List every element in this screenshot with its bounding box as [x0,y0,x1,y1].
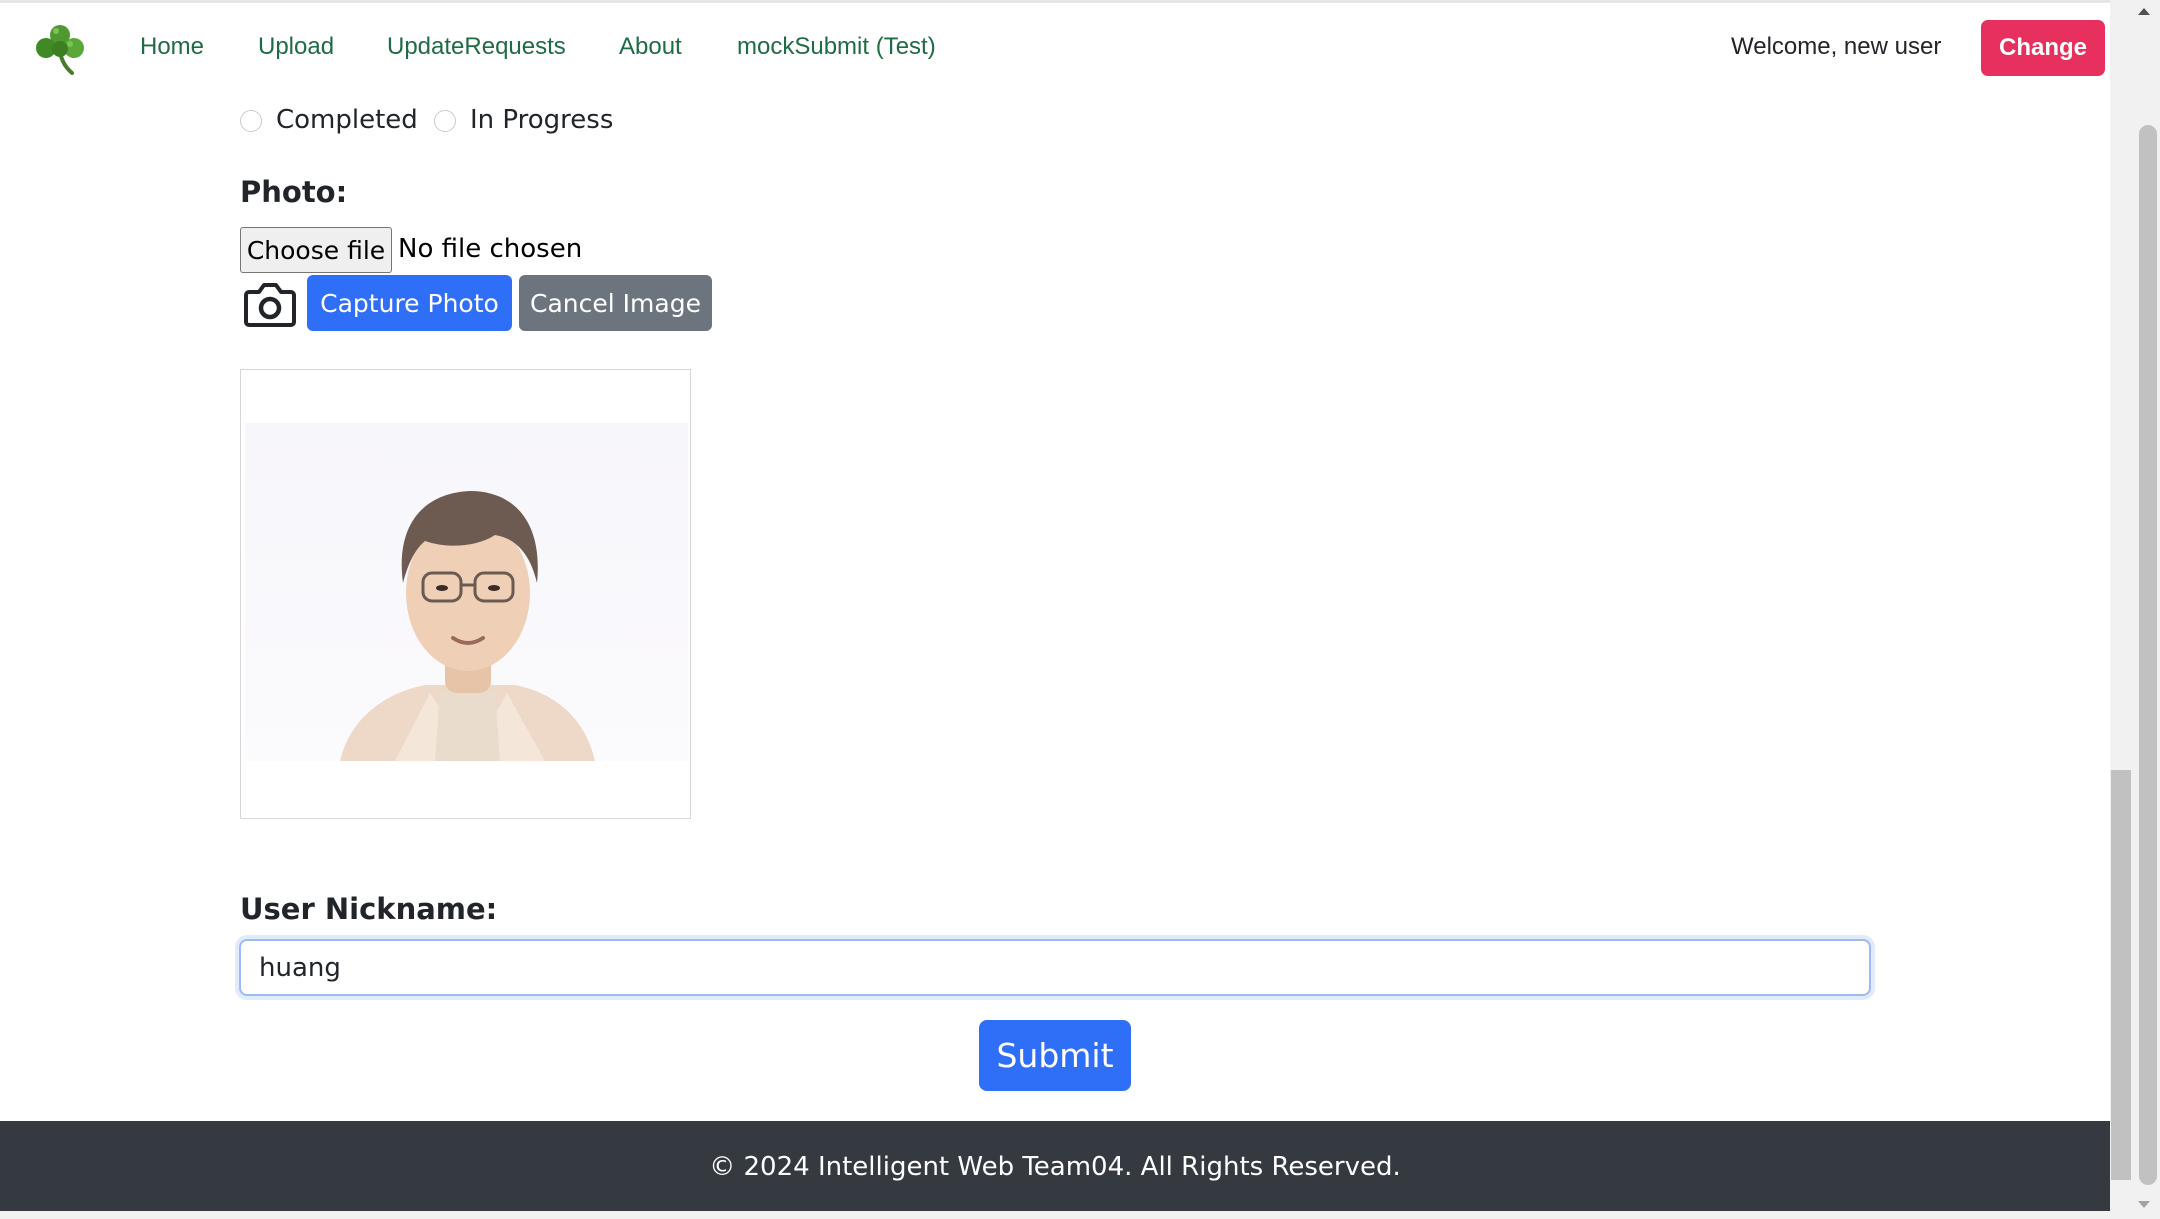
shamrock-icon[interactable] [34,21,86,75]
welcome-text: Welcome, new user [1731,33,1942,60]
status-in-progress-radio[interactable] [434,110,456,132]
nickname-label: User Nickname: [240,892,498,926]
file-status-text: No file chosen [398,234,583,264]
scroll-down-icon[interactable] [2138,1201,2150,1208]
status-completed-radio[interactable] [240,110,262,132]
status-completed-label: Completed [276,105,418,135]
photo-label: Photo: [240,175,348,209]
submit-button[interactable]: Submit [979,1020,1131,1091]
captured-photo [245,423,688,761]
nav-upload-link[interactable]: Upload [258,33,334,61]
footer-copyright: © 2024 Intelligent Web Team04. All Right… [709,1152,1401,1182]
navbar: Home Upload UpdateRequests About mockSub… [0,3,2110,93]
photo-preview [240,369,691,819]
camera-icon[interactable] [243,280,297,328]
nav-about-link[interactable]: About [619,33,682,61]
status-in-progress-label: In Progress [470,105,614,135]
inner-scrollbar-thumb[interactable] [2111,770,2131,1180]
change-user-button[interactable]: Change [1981,20,2105,76]
cancel-image-button[interactable]: Cancel Image [519,275,712,331]
choose-file-button[interactable]: Choose file [240,227,392,273]
scroll-up-icon[interactable] [2138,8,2150,15]
footer: © 2024 Intelligent Web Team04. All Right… [0,1121,2110,1211]
nav-home-link[interactable]: Home [140,33,204,61]
bottom-strip [0,1211,2110,1219]
nav-updaterequests-link[interactable]: UpdateRequests [387,33,566,61]
capture-photo-button[interactable]: Capture Photo [307,275,512,331]
scrollbar-thumb[interactable] [2139,125,2157,1185]
nickname-input[interactable] [239,939,1871,996]
nav-mocksubmit-link[interactable]: mockSubmit (Test) [737,33,936,61]
